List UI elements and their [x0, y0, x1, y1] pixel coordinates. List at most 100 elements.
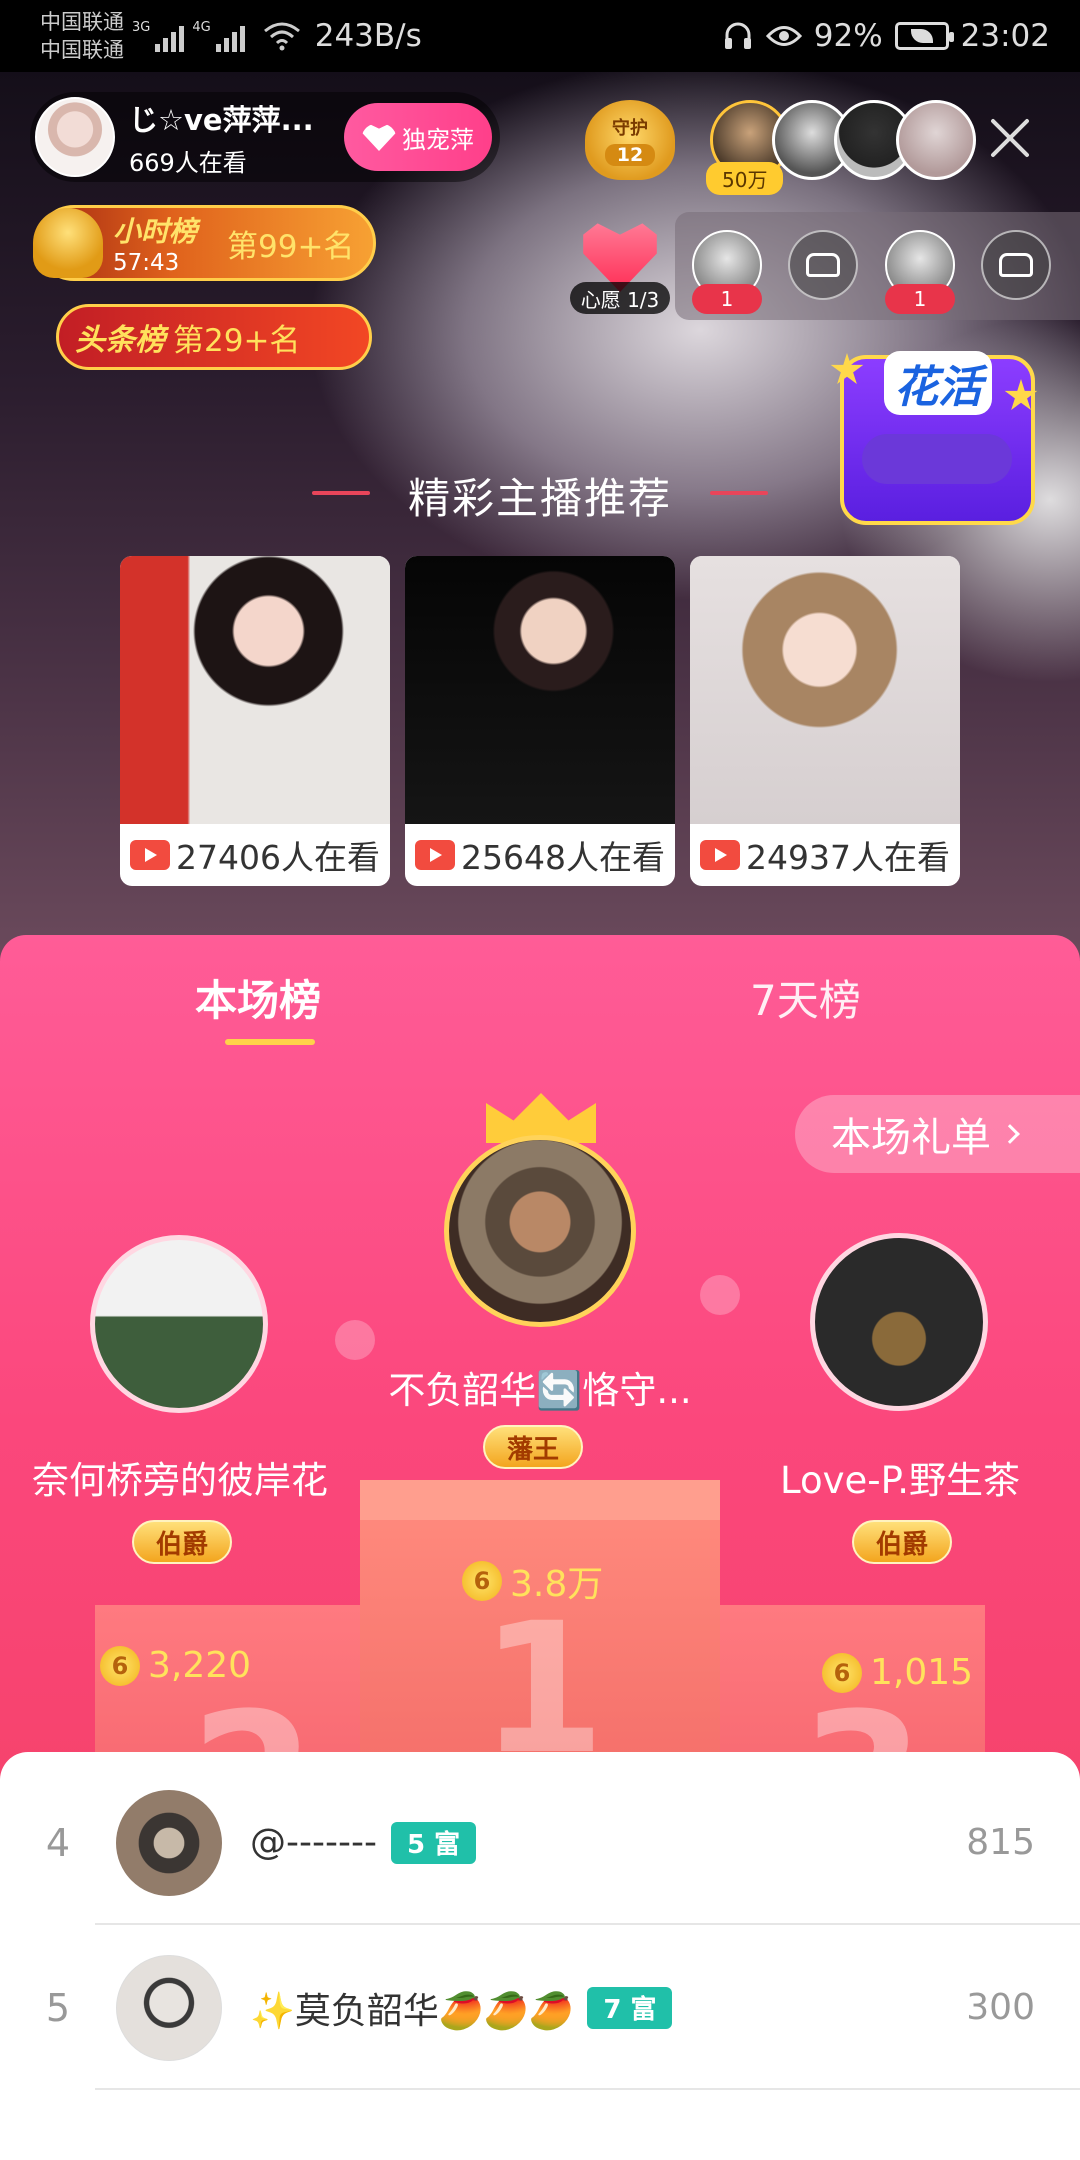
empty-seat-icon[interactable]: [981, 230, 1051, 300]
gift-list-label: 本场礼单: [831, 1115, 991, 1161]
rank-1-score: 6 3.8万: [462, 1555, 603, 1607]
tab-seven-days[interactable]: 7天榜: [750, 967, 861, 1028]
list-item[interactable]: 4 @------- 5 富 815: [0, 1760, 1080, 1925]
top-fan-contribution: 50万: [706, 162, 784, 195]
hour-rank-countdown: 57:43: [113, 250, 180, 276]
recommend-viewers: 25648人在看: [461, 838, 665, 877]
huahuo-label: 花活: [884, 351, 992, 415]
carrier-2: 中国联通: [40, 38, 124, 62]
live-video-icon: [415, 840, 455, 870]
fan-club-label: 独宠萍: [402, 125, 474, 154]
trophy-icon: [33, 208, 103, 278]
rank-list: 4 @------- 5 富 815 5 ✨莫负韶华🥭🥭🥭 7 富 300: [0, 1752, 1080, 2160]
score-value: 3.8万: [510, 1564, 604, 1605]
net-type-1: 3G: [132, 20, 151, 35]
eye-icon: [765, 26, 802, 46]
rank-2-name: 奈何桥旁的彼岸花: [32, 1459, 328, 1502]
rank-2-avatar[interactable]: [90, 1235, 268, 1413]
recommend-card[interactable]: 24937人在看: [690, 556, 960, 886]
user-avatar[interactable]: [116, 1789, 222, 1896]
recommend-card[interactable]: 25648人在看: [405, 556, 675, 886]
status-bar: 中国联通 中国联通 3G 4G 243B/s 92% 23:02: [0, 0, 1080, 72]
wifi-icon: [263, 21, 301, 51]
rank-1-avatar[interactable]: [444, 1135, 636, 1327]
anchor-info-pill[interactable]: じ☆ve萍萍... 669人在看 独宠萍: [30, 92, 500, 182]
rank-number: 5: [45, 1985, 71, 2030]
rank-2-score: 6 3,220: [100, 1645, 251, 1686]
signal-2-icon: 4G: [192, 20, 245, 52]
tab-current-show[interactable]: 本场榜: [195, 967, 321, 1028]
contribution-score: 815: [966, 1822, 1035, 1863]
user-name: @-------: [250, 1822, 377, 1863]
tab-underline: [225, 1039, 315, 1045]
guard-count: 12: [604, 144, 656, 166]
guard-badge[interactable]: 守护 12: [585, 100, 675, 180]
podium-first-top: [360, 1480, 720, 1520]
recommend-title: 精彩主播推荐: [407, 474, 672, 523]
contribution-score: 300: [966, 1987, 1035, 2028]
score-value: 1,015: [870, 1652, 974, 1693]
anchor-thumbnail: [405, 556, 675, 824]
recommend-viewers: 24937人在看: [746, 838, 950, 877]
net-type-2: 4G: [192, 20, 211, 35]
carrier-1: 中国联通: [40, 10, 124, 34]
user-avatar[interactable]: [116, 1954, 222, 2061]
mic-seat-count: 1: [692, 284, 762, 314]
noble-badge: 伯爵: [852, 1520, 953, 1564]
rank-3-score: 6 1,015: [822, 1652, 973, 1693]
sparkle-decoration: [700, 1275, 740, 1315]
battery-icon: [894, 22, 954, 50]
wish-progress: 心愿 1/3: [570, 282, 670, 314]
hour-rank-position: 第99+名: [227, 228, 355, 265]
heart-icon: [362, 123, 396, 151]
headline-rank-position: 第29+名: [173, 322, 301, 359]
wealth-level-badge: 5 富: [390, 1821, 477, 1864]
coin-icon: 6: [100, 1645, 140, 1686]
headline-rank-title: 头条榜: [75, 323, 165, 358]
noble-badge: 藩王: [483, 1425, 584, 1469]
headphones-icon: [724, 22, 751, 49]
sparkle-decoration: [335, 1320, 375, 1360]
carrier-info: 中国联通 中国联通: [40, 8, 124, 64]
noble-badge: 伯爵: [132, 1520, 233, 1564]
hour-rank-title: 小时榜: [113, 215, 198, 248]
live-video-icon: [700, 840, 740, 870]
wish-button[interactable]: 心愿 1/3: [570, 222, 670, 314]
user-name: ✨莫负韶华🥭🥭🥭: [250, 1990, 574, 2032]
fan-club-button[interactable]: 独宠萍: [344, 103, 492, 171]
headline-rank-badge[interactable]: 头条榜 第29+名: [56, 304, 372, 370]
recommend-card[interactable]: 27406人在看: [120, 556, 390, 886]
anchor-name: じ☆ve萍萍...: [129, 102, 314, 137]
anchor-avatar[interactable]: [35, 97, 115, 177]
anchor-thumbnail: [120, 556, 390, 824]
hour-rank-badge[interactable]: 小时榜 57:43 第99+名: [33, 205, 376, 281]
guard-label: 守护: [612, 118, 648, 139]
coin-icon: 6: [822, 1652, 862, 1693]
divider-line: [710, 491, 768, 495]
wealth-level-badge: 7 富: [587, 1986, 673, 2029]
empty-seat-icon[interactable]: [788, 230, 858, 300]
live-video-icon: [130, 840, 170, 870]
anchor-thumbnail: [690, 556, 960, 824]
signal-1-icon: 3G: [132, 20, 185, 52]
anchor-viewer-count: 669人在看: [129, 148, 247, 177]
coin-icon: 6: [462, 1561, 502, 1601]
list-item[interactable]: 5 ✨莫负韶华🥭🥭🥭 7 富 300: [0, 1925, 1080, 2090]
chevron-right-icon: [1000, 1124, 1020, 1144]
top-fan-avatar[interactable]: [896, 100, 976, 180]
net-speed: 243B/s: [314, 18, 422, 54]
star-icon: [1004, 379, 1038, 410]
rank-3-avatar[interactable]: [810, 1233, 988, 1411]
gift-list-button[interactable]: 本场礼单: [795, 1095, 1080, 1173]
rank-1-name: 不负韶华🔄恪守...: [388, 1369, 692, 1412]
clock: 23:02: [960, 18, 1050, 54]
battery-percent: 92%: [813, 18, 883, 54]
rank-3-name: Love-P.野生茶: [780, 1459, 1020, 1502]
row-divider: [95, 2088, 1080, 2090]
rank-number: 4: [45, 1820, 71, 1865]
recommend-viewers: 27406人在看: [176, 838, 380, 877]
close-icon[interactable]: [980, 108, 1040, 168]
mic-seat-count: 1: [885, 284, 955, 314]
score-value: 3,220: [148, 1645, 252, 1686]
mic-seat-panel: 1 1: [675, 212, 1080, 320]
